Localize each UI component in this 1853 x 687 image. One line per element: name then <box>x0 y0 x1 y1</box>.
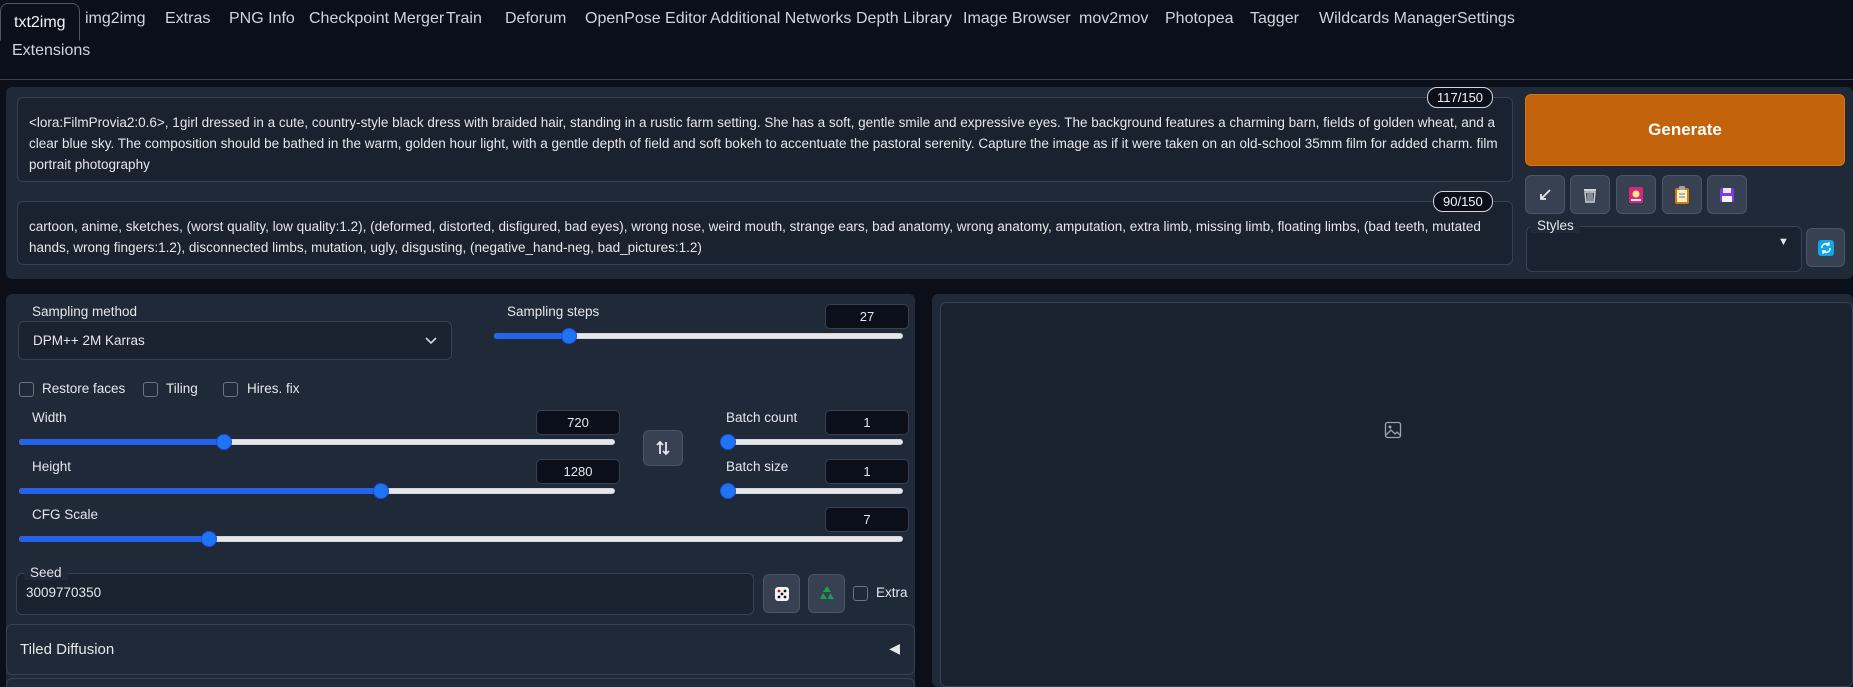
height-input[interactable]: 1280 <box>536 459 620 484</box>
tab-depth-library[interactable]: Depth Library <box>856 0 952 38</box>
cfg-scale-slider[interactable] <box>19 531 903 547</box>
clear-prompt-button[interactable] <box>1570 175 1610 214</box>
tab-wildcards-manager[interactable]: Wildcards Manager <box>1319 0 1457 38</box>
positive-token-counter: 117/150 <box>1427 87 1494 108</box>
refresh-icon <box>1817 239 1834 256</box>
generate-button[interactable]: Generate <box>1525 94 1845 166</box>
width-label: Width <box>32 410 67 425</box>
hires-fix-checkbox[interactable] <box>223 382 238 397</box>
save-icon <box>1720 187 1734 202</box>
styles-label: Styles <box>1531 218 1580 233</box>
tab-png-info[interactable]: PNG Info <box>229 0 295 38</box>
image-icon <box>1384 421 1402 439</box>
tiling-checkbox[interactable] <box>143 382 158 397</box>
width-input[interactable]: 720 <box>536 410 620 435</box>
sampling-steps-input[interactable]: 27 <box>825 304 909 329</box>
restore-faces-label: Restore faces <box>42 381 126 396</box>
next-accordion[interactable] <box>6 678 915 687</box>
tab-bar: txt2img img2img Extras PNG Info Checkpoi… <box>0 0 1853 80</box>
batch-count-slider[interactable] <box>720 434 903 450</box>
tab-extensions[interactable]: Extensions <box>12 32 90 70</box>
swap-icon <box>656 440 670 456</box>
read-generation-params-button[interactable] <box>1525 175 1565 214</box>
chevron-down-icon <box>425 337 437 345</box>
extra-seed-checkbox[interactable] <box>853 586 868 601</box>
positive-prompt-input[interactable]: <lora:FilmProvia2:0.6>, 1girl dressed in… <box>17 97 1513 182</box>
tab-mov2mov[interactable]: mov2mov <box>1079 0 1148 38</box>
random-seed-button[interactable] <box>763 574 800 613</box>
extra-networks-icon <box>1629 186 1643 203</box>
dice-icon <box>774 586 789 601</box>
restore-faces-checkbox[interactable] <box>19 382 34 397</box>
tab-img2img[interactable]: img2img <box>85 0 145 38</box>
height-slider[interactable] <box>19 483 615 499</box>
sampling-method-select[interactable]: DPM++ 2M Karras <box>18 321 452 360</box>
seed-label: Seed <box>24 565 68 580</box>
batch-size-input[interactable]: 1 <box>825 459 909 484</box>
tiling-label: Tiling <box>166 381 198 396</box>
tab-additional-networks[interactable]: Additional Networks <box>710 0 851 38</box>
tab-train[interactable]: Train <box>446 0 482 38</box>
sampling-method-value: DPM++ 2M Karras <box>33 333 145 348</box>
negative-prompt-input[interactable]: cartoon, anime, sketches, (worst quality… <box>17 201 1513 265</box>
swap-dimensions-button[interactable] <box>643 430 683 466</box>
height-label: Height <box>32 459 72 474</box>
batch-count-label: Batch count <box>726 410 798 425</box>
tiled-diffusion-accordion[interactable]: Tiled Diffusion ◀ <box>6 624 915 675</box>
tab-checkpoint-merger[interactable]: Checkpoint Merger <box>309 0 444 38</box>
tab-photopea[interactable]: Photopea <box>1165 0 1234 38</box>
cfg-scale-input[interactable]: 7 <box>825 507 909 532</box>
save-style-button[interactable] <box>1707 175 1747 214</box>
tiled-diffusion-title: Tiled Diffusion <box>20 641 115 658</box>
recycle-icon <box>819 585 834 599</box>
trash-icon <box>1584 188 1596 203</box>
output-gallery <box>940 302 1853 687</box>
tab-tagger[interactable]: Tagger <box>1250 0 1299 38</box>
sampling-steps-label: Sampling steps <box>507 304 600 319</box>
hires-fix-label: Hires. fix <box>247 381 300 396</box>
refresh-styles-button[interactable] <box>1806 228 1845 267</box>
tab-image-browser[interactable]: Image Browser <box>963 0 1071 38</box>
batch-size-slider[interactable] <box>720 483 903 499</box>
width-slider[interactable] <box>19 434 615 450</box>
tab-extras[interactable]: Extras <box>165 0 210 38</box>
tab-deforum[interactable]: Deforum <box>505 0 566 38</box>
tab-settings[interactable]: Settings <box>1457 0 1515 38</box>
apply-style-button[interactable] <box>1662 175 1702 214</box>
reuse-seed-button[interactable] <box>808 574 845 613</box>
clipboard-icon <box>1675 185 1689 204</box>
negative-token-counter: 90/150 <box>1433 191 1493 212</box>
tab-openpose-editor[interactable]: OpenPose Editor <box>585 0 707 38</box>
batch-count-input[interactable]: 1 <box>825 410 909 435</box>
extra-seed-label: Extra <box>876 585 908 600</box>
batch-size-label: Batch size <box>726 459 789 474</box>
arrow-icon <box>1540 188 1551 200</box>
chevron-down-icon: ▼ <box>1778 236 1789 248</box>
collapse-arrow-icon: ◀ <box>889 640 900 656</box>
cfg-scale-label: CFG Scale <box>32 507 99 522</box>
sampling-method-label: Sampling method <box>32 304 138 319</box>
extra-networks-button[interactable] <box>1616 175 1656 214</box>
sampling-steps-slider[interactable] <box>494 328 903 344</box>
seed-input[interactable]: 3009770350 <box>16 573 754 615</box>
